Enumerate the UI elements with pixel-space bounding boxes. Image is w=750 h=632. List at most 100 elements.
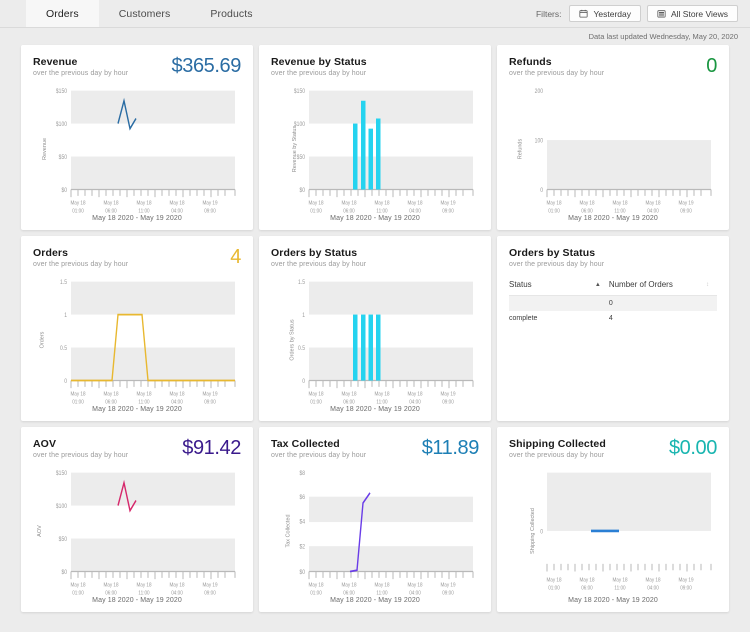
svg-text:0.5: 0.5 xyxy=(60,346,67,353)
column-header-status[interactable]: Status ▲ xyxy=(509,280,609,297)
svg-text:01:00: 01:00 xyxy=(548,585,560,592)
filter-store-view-button[interactable]: All Store Views xyxy=(646,5,738,22)
svg-text:May 18: May 18 xyxy=(70,200,85,207)
card-orders-subtitle: over the previous day by hour xyxy=(33,261,129,269)
svg-text:09:00: 09:00 xyxy=(204,208,216,215)
card-tax-collected: Tax Collected over the previous day by h… xyxy=(259,427,491,612)
chart-aov-svg: $150$100 $50$0 May 1801:00 May 1806:00 M… xyxy=(56,471,236,597)
card-revenue-by-status-subtitle: over the previous day by hour xyxy=(271,70,367,78)
card-aov-value: $91.42 xyxy=(182,437,241,459)
card-tax-collected-subtitle: over the previous day by hour xyxy=(271,452,367,460)
svg-text:May 19: May 19 xyxy=(678,200,693,207)
column-header-number-of-orders[interactable]: Number of Orders ↕ xyxy=(608,280,717,297)
card-shipping-collected: Shipping Collected over the previous day… xyxy=(497,427,729,612)
svg-text:0: 0 xyxy=(302,379,305,386)
svg-text:11:00: 11:00 xyxy=(614,208,625,215)
svg-text:May 19: May 19 xyxy=(202,200,217,207)
filters-label: Filters: xyxy=(535,8,562,19)
svg-text:$6: $6 xyxy=(299,495,305,502)
card-shipping-collected-subtitle: over the previous day by hour xyxy=(509,452,605,460)
svg-text:May 18: May 18 xyxy=(136,582,151,589)
sort-toggle-icon[interactable]: ↕ xyxy=(706,282,709,288)
svg-text:01:00: 01:00 xyxy=(310,208,322,215)
chart-revenue-by-status-svg: $150$100 $50$0 May 1801:00 May 1806:00 M… xyxy=(294,89,474,215)
svg-text:$0: $0 xyxy=(61,188,67,195)
filter-date-range-label: Yesterday xyxy=(593,8,631,19)
svg-text:06:00: 06:00 xyxy=(343,399,355,406)
svg-text:May 18: May 18 xyxy=(407,582,422,589)
svg-text:06:00: 06:00 xyxy=(105,399,117,406)
chart-refunds-ylabel: Refunds xyxy=(517,138,524,160)
svg-text:May 18: May 18 xyxy=(103,582,118,589)
svg-text:04:00: 04:00 xyxy=(171,208,183,215)
svg-text:1: 1 xyxy=(64,313,67,320)
svg-text:May 19: May 19 xyxy=(440,391,455,398)
svg-text:$8: $8 xyxy=(299,471,305,478)
card-shipping-collected-value: $0.00 xyxy=(668,437,717,459)
tab-customers[interactable]: Customers xyxy=(99,0,191,27)
chart-orders-xrange: May 18 2020 - May 19 2020 xyxy=(92,406,182,413)
chart-orders-by-status-svg: 1.51 0.50 May 1801:00 May 1806:00 May 18… xyxy=(298,280,474,406)
svg-text:May 18: May 18 xyxy=(169,200,184,207)
svg-text:May 18: May 18 xyxy=(308,582,323,589)
svg-text:06:00: 06:00 xyxy=(343,208,355,215)
svg-text:May 18: May 18 xyxy=(579,577,594,584)
cell-number-of-orders: 0 xyxy=(608,295,717,312)
svg-text:04:00: 04:00 xyxy=(171,399,183,406)
card-orders: Orders over the previous day by hour 4 O… xyxy=(21,236,253,421)
svg-text:May 18: May 18 xyxy=(169,391,184,398)
svg-text:May 18: May 18 xyxy=(546,200,561,207)
chart-revenue-svg: $150$100 $50$0 May 1801:00 May 1806:00 M… xyxy=(56,89,236,215)
svg-text:$0: $0 xyxy=(61,570,67,577)
svg-text:01:00: 01:00 xyxy=(72,208,84,215)
svg-text:May 18: May 18 xyxy=(612,577,627,584)
svg-text:09:00: 09:00 xyxy=(442,399,454,406)
card-tax-collected-header: Tax Collected over the previous day by h… xyxy=(271,438,479,459)
svg-text:May 19: May 19 xyxy=(202,391,217,398)
chart-refunds-xrange: May 18 2020 - May 19 2020 xyxy=(568,215,658,222)
tab-orders[interactable]: Orders xyxy=(26,0,99,27)
chart-revenue-by-status-xrange: May 18 2020 - May 19 2020 xyxy=(330,215,420,222)
chart-aov-ylabel: AOV xyxy=(36,525,43,537)
card-revenue-by-status-header: Revenue by Status over the previous day … xyxy=(271,56,479,77)
svg-text:0: 0 xyxy=(540,529,543,536)
tab-products[interactable]: Products xyxy=(190,0,272,27)
sort-ascending-icon[interactable]: ▲ xyxy=(595,282,601,288)
svg-text:$4: $4 xyxy=(299,519,305,526)
svg-text:May 18: May 18 xyxy=(308,391,323,398)
svg-text:0.5: 0.5 xyxy=(298,346,305,353)
card-refunds-title: Refunds xyxy=(509,56,552,68)
svg-text:01:00: 01:00 xyxy=(310,399,322,406)
dashboard-grid: Revenue over the previous day by hour $3… xyxy=(0,45,750,612)
svg-text:09:00: 09:00 xyxy=(680,208,692,215)
table-row[interactable]: 0 xyxy=(509,295,717,312)
chart-revenue-by-status: Revenue by Status $150 $100 $50 $0 May 1… xyxy=(271,83,479,215)
svg-text:11:00: 11:00 xyxy=(376,399,387,406)
svg-text:May 18: May 18 xyxy=(612,200,627,207)
card-refunds: Refunds over the previous day by hour 0 … xyxy=(497,45,729,230)
filters-group: Filters: Yesterday All Store Views xyxy=(536,0,750,27)
svg-text:May 18: May 18 xyxy=(308,200,323,207)
svg-text:May 18: May 18 xyxy=(136,391,151,398)
chart-aov-xrange: May 18 2020 - May 19 2020 xyxy=(92,597,182,604)
svg-text:May 18: May 18 xyxy=(341,200,356,207)
filter-date-range-button[interactable]: Yesterday xyxy=(569,5,641,22)
svg-text:May 19: May 19 xyxy=(678,577,693,584)
svg-text:100: 100 xyxy=(535,138,543,145)
svg-text:$150: $150 xyxy=(294,89,305,96)
table-row[interactable]: complete 4 xyxy=(509,311,717,326)
svg-text:May 18: May 18 xyxy=(169,582,184,589)
svg-text:1.5: 1.5 xyxy=(60,280,67,287)
svg-text:04:00: 04:00 xyxy=(409,208,421,215)
chart-orders-svg: 1.5 1 0.5 0 May 1801:00 May 1806:00 May 18… xyxy=(60,280,236,406)
card-revenue-by-status: Revenue by Status over the previous day … xyxy=(259,45,491,230)
svg-text:May 19: May 19 xyxy=(202,582,217,589)
svg-text:$100: $100 xyxy=(56,122,67,129)
svg-text:01:00: 01:00 xyxy=(72,399,84,406)
svg-text:0: 0 xyxy=(64,379,67,386)
store-icon xyxy=(657,10,666,18)
svg-text:06:00: 06:00 xyxy=(581,208,593,215)
card-orders-by-status-title: Orders by Status xyxy=(271,247,358,259)
chart-shipping-collected-ylabel: Shipping Collected xyxy=(529,508,536,554)
svg-text:$2: $2 xyxy=(299,544,305,551)
